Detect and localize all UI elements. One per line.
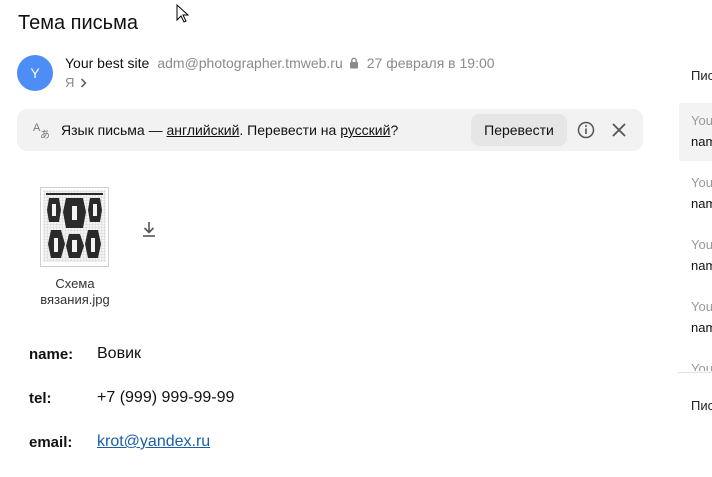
close-icon[interactable]: [611, 122, 627, 138]
field-label-name: name:: [29, 346, 74, 363]
source-language-link[interactable]: английский: [167, 122, 240, 138]
target-language-link[interactable]: русский: [340, 122, 390, 138]
sender-name[interactable]: Your best site: [65, 55, 149, 71]
field-value-tel: +7 (999) 999-99-99: [97, 389, 235, 406]
right-panel-header: Пис: [691, 68, 712, 83]
recipient-label: Я: [65, 75, 75, 90]
recipient-toggle[interactable]: Я: [65, 75, 88, 90]
attachment-thumbnail[interactable]: [40, 187, 109, 267]
thread-item-snippet: nam: [691, 196, 712, 211]
thread-item-sender: You: [691, 299, 712, 314]
translate-icon: A あ: [33, 122, 50, 139]
thread-item-sender: You: [691, 361, 712, 371]
sender-avatar[interactable]: Y: [17, 55, 53, 91]
field-label-email: email:: [29, 434, 73, 451]
thread-item[interactable]: You: [679, 351, 712, 371]
svg-text:あ: あ: [40, 129, 50, 139]
field-label-tel: tel:: [29, 390, 52, 407]
translate-suffix: ?: [390, 122, 399, 138]
translate-banner: A あ Язык письма — английский. Перевести …: [17, 109, 643, 151]
thread-item[interactable]: You nam: [679, 227, 712, 285]
thread-item[interactable]: You nam: [679, 289, 712, 347]
right-panel-section-header: Пис: [691, 398, 712, 413]
sender-line: Your best site adm@photographer.tmweb.ru…: [65, 55, 495, 71]
download-icon[interactable]: [141, 220, 157, 238]
sender-email[interactable]: adm@photographer.tmweb.ru: [157, 55, 342, 71]
translate-message: Язык письма — английский. Перевести на р…: [61, 122, 398, 138]
email-subject: Тема письма: [18, 12, 138, 34]
lock-icon: [349, 57, 358, 69]
translate-button[interactable]: Перевести: [471, 114, 567, 146]
chevron-right-icon: [81, 77, 88, 88]
field-value-email-link[interactable]: krot@yandex.ru: [97, 433, 210, 451]
thread-item[interactable]: You nam: [679, 103, 712, 161]
thread-item-snippet: nam: [691, 258, 712, 273]
thread-item-snippet: nam: [691, 320, 712, 335]
translate-middle: . Перевести на: [239, 122, 341, 138]
thread-item-sender: You: [691, 175, 712, 190]
right-panel-thread-list: Пис You nam You nam You nam You nam You …: [678, 0, 712, 477]
field-value-name: Вовик: [97, 345, 142, 362]
right-panel-divider: [678, 372, 712, 373]
knitting-chart-image: [43, 190, 106, 262]
thread-item-sender: You: [691, 237, 712, 252]
email-date: 27 февраля в 19:00: [366, 55, 495, 71]
thread-item-snippet: nam: [691, 134, 712, 149]
thread-item[interactable]: You nam: [679, 165, 712, 223]
cursor-arrow-icon: [176, 4, 190, 23]
info-icon[interactable]: [577, 121, 595, 139]
translate-prefix: Язык письма —: [61, 122, 167, 138]
attachment-filename[interactable]: Схема вязания.jpg: [20, 276, 130, 308]
thread-item-sender: You: [691, 113, 712, 128]
